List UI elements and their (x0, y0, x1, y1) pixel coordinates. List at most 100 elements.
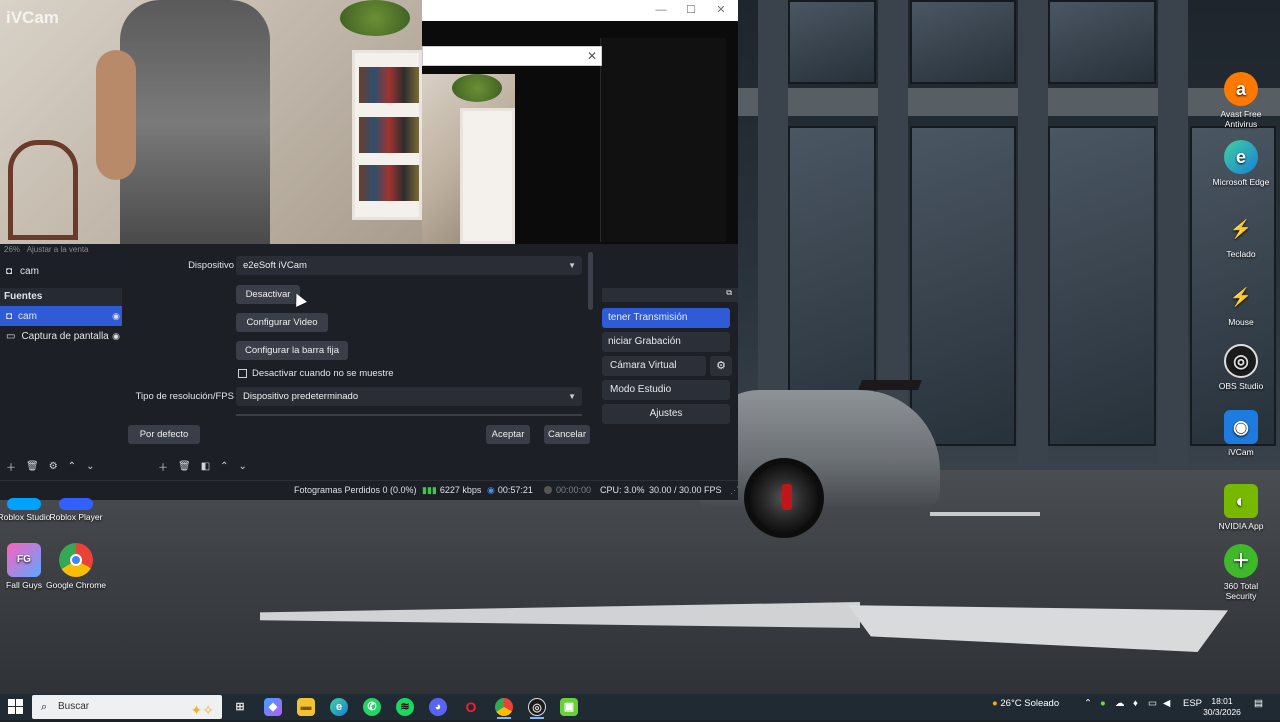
desktop-icon-label: Microsoft Edge (1212, 177, 1270, 187)
maximize-icon[interactable]: ☐ (676, 2, 706, 19)
desktop-icon-obs[interactable]: ◎ OBS Studio (1211, 344, 1271, 391)
file-explorer-icon[interactable]: ▬ (297, 698, 315, 716)
network-icon[interactable]: ▭ (1148, 698, 1157, 709)
cancel-button[interactable]: Cancelar (544, 425, 590, 444)
scrollbar[interactable] (588, 252, 593, 310)
stop-streaming-button[interactable]: tener Transmisión (602, 308, 730, 328)
configure-bar-button[interactable]: Configurar la barra fija (236, 341, 348, 360)
wallpaper-street (0, 470, 1280, 694)
desktop-icon-360[interactable]: ＋ 360 Total Security (1211, 544, 1271, 601)
camera-icon: ◘ (6, 265, 13, 277)
car-spoiler (858, 380, 922, 390)
arrow-down-icon[interactable]: ⌄ (239, 461, 247, 472)
desktop-icon-label: Fall Guys (6, 580, 42, 590)
monitor-icon: ▭ (6, 330, 16, 342)
windows-start-icon[interactable] (8, 699, 24, 715)
trash-icon[interactable]: 🗑 (178, 461, 191, 472)
defaults-button[interactable]: Por defecto (128, 425, 200, 444)
keyboard-icon: ⚡ (1229, 219, 1253, 239)
taskbar: ⌕ Buscar ✦✧ ⊞ ◆ ▬ e ✆ ≋ ◕ O ◎ ▣ ● 26°C S… (0, 694, 1280, 720)
gear-icon[interactable]: ⚙ (49, 461, 58, 472)
desktop-icon-mouse[interactable]: ⚡ Mouse (1211, 280, 1271, 327)
source-item-screen-capture[interactable]: ▭ Captura de pantalla ◉ (0, 326, 122, 346)
add-icon[interactable]: ＋ (158, 459, 168, 474)
close-icon[interactable]: ✕ (706, 2, 736, 19)
notification-icon[interactable]: ▤ (1254, 698, 1263, 709)
obs-window: — ☐ ✕ ✕ 26% Ajustar a la venta ◘ cam Fue… (0, 0, 739, 500)
chrome-icon[interactable] (495, 698, 513, 716)
desktop-icon-avast[interactable]: a Avast Free Antivirus (1211, 72, 1271, 129)
close-icon[interactable]: ✕ (587, 49, 597, 63)
desktop-icon-teclado[interactable]: ⚡ Teclado (1211, 212, 1271, 259)
minecraft-icon[interactable]: ▣ (560, 698, 578, 716)
desktop-icon-roblox-player[interactable]: Roblox Player (46, 498, 106, 522)
desktop-icon-edge[interactable]: e Microsoft Edge (1211, 140, 1271, 187)
stream-icon: ◉ (487, 485, 495, 495)
eye-icon[interactable]: ◉ (112, 331, 120, 342)
scene-item[interactable]: ◘ cam (0, 260, 122, 282)
bitrate-stat: ▮▮▮ 6227 kbps (422, 485, 481, 496)
desktop-icon-ivcam[interactable]: ◉ iVCam (1211, 410, 1271, 457)
arrow-down-icon[interactable]: ⌄ (86, 461, 94, 472)
rec-time: 00:00:00 (556, 485, 592, 495)
rec-time-stat: 00:00:00 (544, 485, 591, 495)
gear-icon[interactable]: ⚙ (710, 356, 732, 376)
nvidia-tray-icon[interactable]: ● (1100, 698, 1106, 709)
task-view-icon[interactable]: ⊞ (231, 698, 249, 716)
settings-button[interactable]: Ajustes (602, 404, 730, 424)
opera-gx-icon[interactable]: O (462, 698, 480, 716)
desktop-icon-label: Roblox Player (49, 512, 103, 522)
wallpaper-pillar (1158, 0, 1188, 470)
arrow-up-icon[interactable]: ⌃ (68, 461, 76, 472)
trash-icon[interactable]: 🗑 (26, 461, 39, 472)
add-icon[interactable]: ＋ (6, 459, 16, 474)
obs-preview-source (600, 38, 726, 242)
zoom-fit-label[interactable]: Ajustar a la venta (27, 245, 89, 254)
deactivate-hidden-checkbox[interactable]: Desactivar cuando no se muestre (238, 368, 394, 379)
source-item-cam[interactable]: ◘ cam ◉ (0, 306, 122, 326)
obs-icon: ◎ (1224, 344, 1258, 378)
weather-widget[interactable]: ● 26°C Soleado (992, 698, 1059, 709)
start-recording-button[interactable]: niciar Grabación (602, 332, 730, 352)
edge-icon[interactable]: e (330, 698, 348, 716)
configure-video-button[interactable]: Configurar Video (236, 313, 328, 332)
avast-icon: a (1224, 72, 1258, 106)
cloud-icon[interactable]: ☁ (1115, 698, 1125, 709)
roblox-player-icon (59, 498, 93, 510)
copilot-icon[interactable]: ◆ (264, 698, 282, 716)
spotify-icon[interactable]: ≋ (396, 698, 414, 716)
whatsapp-icon[interactable]: ✆ (363, 698, 381, 716)
discord-icon[interactable]: ◕ (429, 698, 447, 716)
weather-text: 26°C Soleado (1000, 698, 1060, 709)
car-caliper (782, 484, 792, 510)
device-select-value: e2eSoft iVCam (243, 260, 307, 271)
studio-mode-button[interactable]: Modo Estudio (602, 380, 730, 400)
virtual-camera-button[interactable]: Cámara Virtual (602, 356, 706, 376)
resolution-select[interactable]: Dispositivo predeterminado ▼ (236, 387, 582, 406)
clock[interactable]: 18:01 30/3/2026 (1200, 696, 1244, 718)
arrow-up-icon[interactable]: ⌃ (220, 461, 228, 472)
desktop-icon-chrome[interactable]: Google Chrome (46, 543, 106, 590)
divider (236, 414, 582, 416)
device-select[interactable]: e2eSoft iVCam ▼ (236, 256, 582, 275)
chevron-down-icon: ▼ (568, 261, 576, 270)
chrome-icon (59, 543, 93, 577)
cpu-usage: CPU: 3.0% (600, 485, 645, 495)
minimize-icon[interactable]: — (646, 2, 676, 19)
microphone-icon[interactable]: ♦ (1133, 698, 1138, 709)
taskbar-search-input[interactable]: ⌕ Buscar ✦✧ (32, 695, 222, 719)
deactivate-button[interactable]: Desactivar (236, 285, 300, 304)
obs-icon[interactable]: ◎ (528, 698, 546, 716)
camera-icon: ◘ (6, 310, 13, 322)
resolution-select-value: Dispositivo predeterminado (243, 391, 359, 402)
checkbox-box[interactable] (238, 369, 247, 378)
undock-icon[interactable]: ⧉ (726, 288, 732, 298)
desktop-icon-nvidia[interactable]: ◐ NVIDIA App (1211, 484, 1271, 531)
eye-icon[interactable]: ◉ (112, 311, 120, 322)
accept-button[interactable]: Aceptar (486, 425, 530, 444)
volume-icon[interactable]: ◀ (1163, 698, 1170, 709)
resize-grip-icon[interactable]: ⋰ (730, 485, 739, 496)
wallpaper-beam (738, 88, 1280, 116)
filter-icon[interactable]: ◧ (201, 461, 210, 472)
chevron-up-icon[interactable]: ⌃ (1084, 698, 1092, 709)
